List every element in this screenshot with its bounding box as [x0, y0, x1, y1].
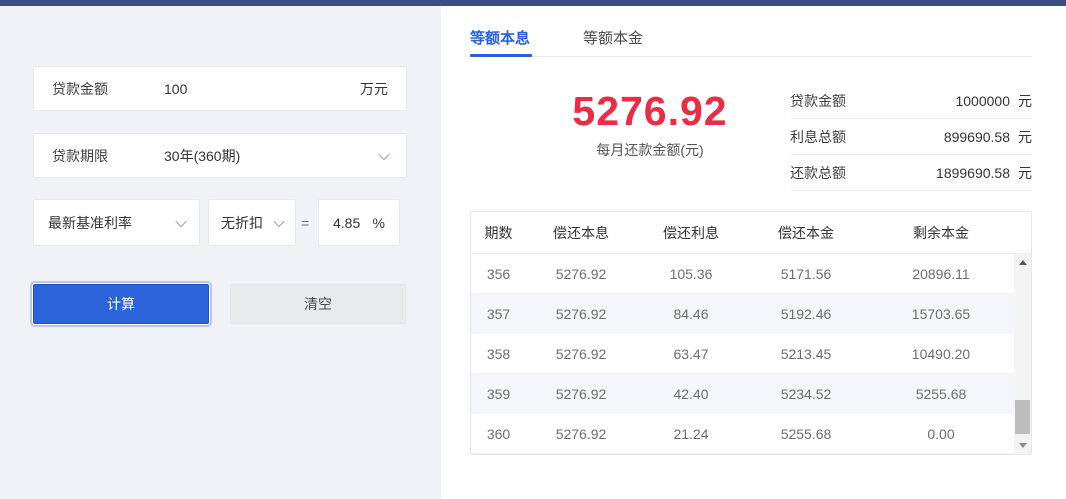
input-panel: 贷款金额 100 万元 贷款期限 30年(360期) 最新基准利率 无折扣 = …: [0, 6, 441, 499]
rate-input[interactable]: 4.85: [333, 215, 360, 231]
loan-calculator-app: 贷款金额 100 万元 贷款期限 30年(360期) 最新基准利率 无折扣 = …: [0, 0, 1066, 499]
summary-label: 贷款金额: [790, 92, 846, 109]
summary-row-loan-amount: 贷款金额 1000000 元: [790, 83, 1032, 119]
chevron-down-icon: [273, 215, 285, 227]
col-header-interest: 偿还利息: [663, 224, 719, 241]
summary-unit: 元: [1018, 92, 1032, 109]
rate-field[interactable]: 4.85 %: [318, 199, 400, 246]
table-header-row: 期数 偿还本息 偿还利息 偿还本金 剩余本金: [471, 212, 1031, 254]
equals-sign: =: [301, 215, 310, 231]
loan-term-select[interactable]: 贷款期限 30年(360期): [33, 133, 407, 178]
table-row: 358 5276.92 63.47 5213.45 10490.20: [471, 334, 1031, 374]
tab-equal-principal-interest[interactable]: 等额本息: [470, 27, 530, 48]
table-row: 356 5276.92 105.36 5171.56 20896.11: [471, 254, 1031, 294]
tab-equal-principal[interactable]: 等额本金: [583, 27, 643, 48]
monthly-payment-value: 5276.92: [572, 88, 728, 134]
table-row: 360 5276.92 21.24 5255.68 0.00: [471, 414, 1031, 454]
col-header-principal: 偿还本金: [778, 224, 834, 241]
table-row: 357 5276.92 84.46 5192.46 15703.65: [471, 294, 1031, 334]
loan-term-label: 贷款期限: [52, 147, 108, 164]
calculate-button[interactable]: 计算: [33, 284, 209, 324]
col-header-payment: 偿还本息: [553, 224, 609, 241]
col-header-remaining: 剩余本金: [913, 224, 969, 241]
scrollbar-thumb[interactable]: [1015, 400, 1030, 434]
chevron-down-icon: [378, 148, 390, 160]
table-body: 356 5276.92 105.36 5171.56 20896.11 357 …: [471, 254, 1031, 454]
summary-unit: 元: [1018, 164, 1032, 181]
amortization-table: 期数 偿还本息 偿还利息 偿还本金 剩余本金 356 5276.92 105.3…: [470, 211, 1032, 455]
summary-value: 899690.58: [943, 128, 1010, 145]
discount-select[interactable]: 无折扣: [208, 199, 296, 246]
active-tab-underline: [470, 54, 532, 57]
rate-unit: %: [372, 214, 385, 231]
summary-label: 还款总额: [790, 164, 846, 181]
loan-term-value: 30年(360期): [164, 147, 241, 164]
summary-block: 贷款金额 1000000 元 利息总额 899690.58 元 还款总额 189…: [790, 83, 1032, 191]
discount-value: 无折扣: [221, 214, 263, 231]
loan-amount-field[interactable]: 贷款金额 100 万元: [33, 66, 407, 111]
loan-amount-unit: 万元: [360, 80, 388, 97]
tabs-divider: [470, 56, 1032, 57]
scroll-down-icon[interactable]: [1014, 437, 1031, 454]
base-rate-value: 最新基准利率: [48, 214, 132, 231]
chevron-down-icon: [175, 215, 187, 227]
summary-row-total-repayment: 还款总额 1899690.58 元: [790, 155, 1032, 191]
summary-row-total-interest: 利息总额 899690.58 元: [790, 119, 1032, 155]
loan-amount-label: 贷款金额: [52, 80, 108, 97]
summary-unit: 元: [1018, 128, 1032, 145]
table-scrollbar[interactable]: [1014, 254, 1031, 454]
scroll-up-icon[interactable]: [1014, 254, 1031, 271]
summary-value: 1899690.58: [936, 164, 1010, 181]
monthly-payment-caption: 每月还款金额(元): [596, 142, 704, 158]
clear-button[interactable]: 清空: [230, 284, 406, 324]
col-header-period: 期数: [484, 224, 513, 241]
table-row: 359 5276.92 42.40 5234.52 5255.68: [471, 374, 1031, 414]
summary-value: 1000000: [955, 92, 1010, 109]
base-rate-select[interactable]: 最新基准利率: [33, 199, 200, 246]
loan-amount-input[interactable]: 100: [164, 81, 360, 97]
summary-label: 利息总额: [790, 128, 846, 145]
